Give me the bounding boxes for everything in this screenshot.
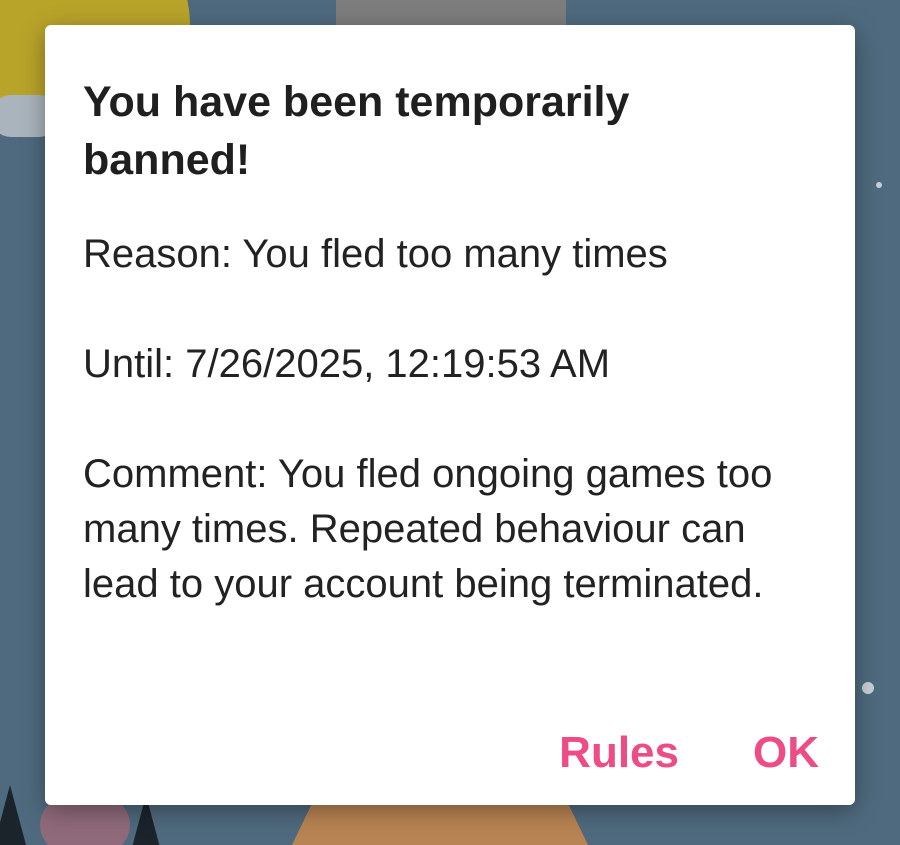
dialog-actions: Rules OK [559, 725, 819, 781]
background-dot [876, 182, 882, 188]
ban-dialog: You have been temporarily banned! Reason… [45, 25, 855, 805]
dialog-title: You have been temporarily banned! [83, 78, 630, 184]
background-dot [862, 682, 874, 694]
ban-until: Until: 7/26/2025, 12:19:53 AM [83, 342, 611, 386]
dialog-body: Reason: You fled too many times Until: 7… [83, 227, 817, 612]
background-tree [0, 785, 26, 845]
ok-button[interactable]: OK [753, 725, 819, 781]
ban-comment: Comment: You fled ongoing games too many… [83, 452, 773, 606]
rules-button[interactable]: Rules [559, 725, 679, 781]
ban-reason: Reason: You fled too many times [83, 232, 668, 276]
